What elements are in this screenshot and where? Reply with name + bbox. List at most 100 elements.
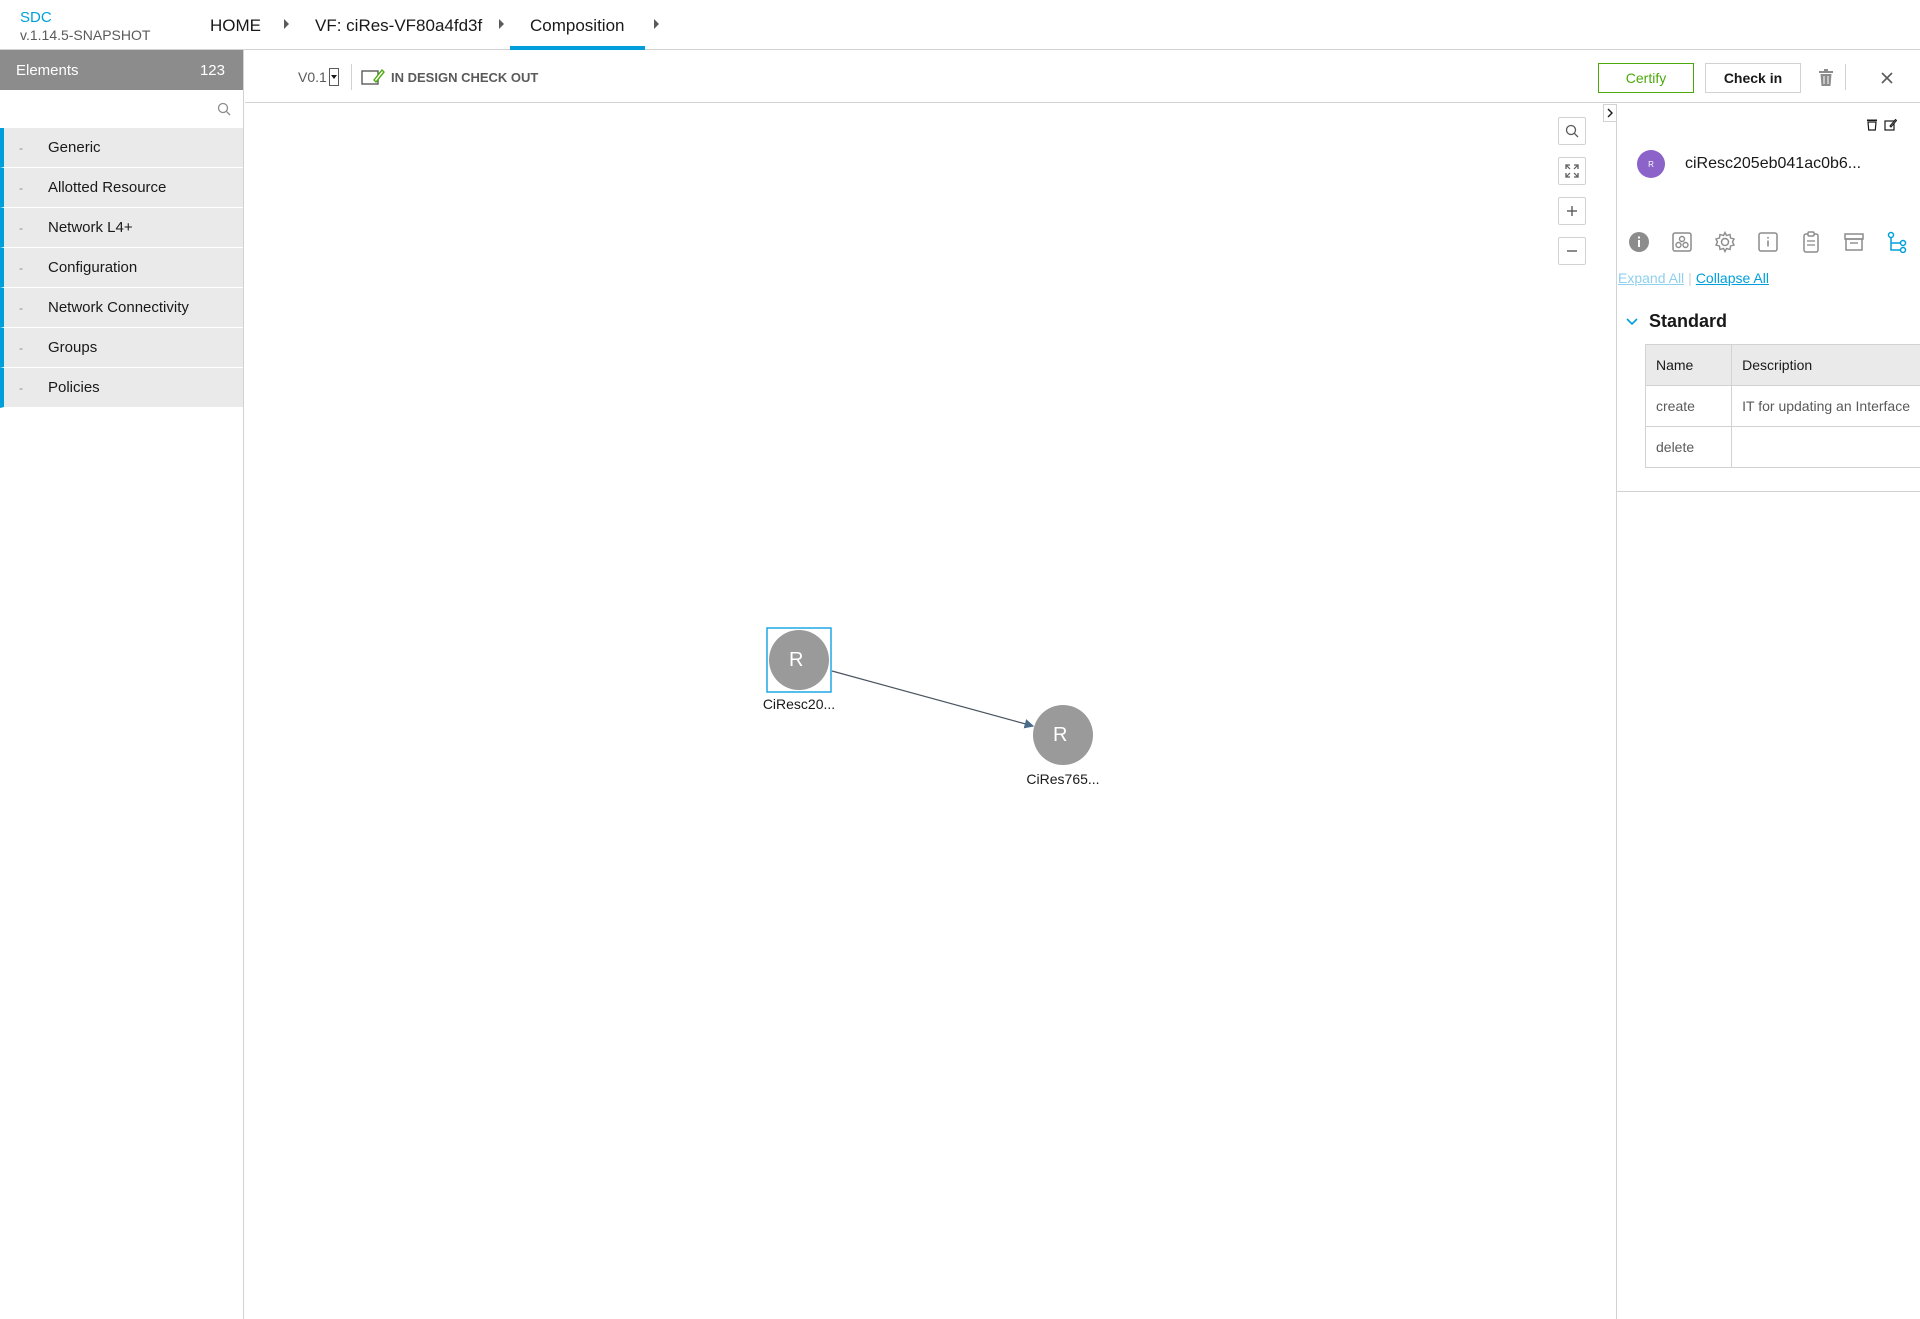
breadcrumb-home[interactable]: HOME (210, 0, 261, 50)
palette-category-generic[interactable]: - Generic (0, 128, 243, 168)
group-title: Standard (1649, 311, 1728, 331)
column-header-description: Description (1731, 344, 1920, 386)
operations-group-header[interactable]: Standard (1625, 311, 1727, 332)
category-label: Network L4+ (48, 219, 133, 236)
relation-edge[interactable] (831, 670, 1035, 729)
gear-icon (1714, 231, 1735, 253)
node-1-label: CiResc20... (762, 696, 836, 712)
collapse-all-link[interactable]: Collapse All (1696, 270, 1769, 286)
palette-search (0, 90, 243, 128)
divider (351, 64, 352, 90)
operations-table: Name Description create IT for updating … (1644, 344, 1920, 468)
palette-category-network-l4[interactable]: - Network L4+ (0, 208, 243, 248)
top-navigation-bar: SDC v.1.14.5-SNAPSHOT HOME VF: ciRes-VF8… (0, 0, 1920, 50)
category-label: Allotted Resource (48, 179, 167, 196)
info-circle-icon (1628, 232, 1649, 252)
category-label: Policies (48, 379, 100, 396)
collapse-dash-icon: - (19, 140, 23, 155)
brand-logo[interactable]: SDC v.1.14.5-SNAPSHOT (20, 10, 150, 44)
category-label: Generic (48, 139, 101, 156)
expand-all-link[interactable]: Expand All (1618, 270, 1684, 286)
palette-category-allotted-resource[interactable]: - Allotted Resource (0, 168, 243, 208)
palette-category-configuration[interactable]: - Configuration (0, 248, 243, 288)
clipboard-icon (1802, 231, 1819, 253)
trash-icon (1819, 69, 1833, 86)
operation-name[interactable]: create (1644, 385, 1733, 427)
workspace-header: V0.1 IN DESIGN CHECK OUT Certify Check i… (245, 50, 1920, 103)
palette-count: 123 (199, 61, 225, 79)
delete-version-button[interactable] (1816, 68, 1836, 88)
palette-title: Elements (16, 61, 79, 79)
breadcrumb-composition[interactable]: Composition (510, 0, 645, 50)
palette-search-input[interactable] (0, 90, 243, 128)
elements-palette: Elements 123 - Generic - Allotted Resour… (0, 50, 244, 1319)
version-value: V0.1 (298, 69, 327, 85)
link-separator: | (1688, 270, 1692, 286)
category-label: Network Connectivity (48, 299, 189, 316)
checkout-edit-icon (361, 68, 385, 85)
breadcrumb-caret-icon[interactable] (654, 19, 659, 29)
status-text: IN DESIGN CHECK OUT (391, 69, 539, 85)
collapse-dash-icon: - (19, 300, 23, 315)
breadcrumb-caret-icon (499, 19, 504, 29)
divider (1617, 491, 1920, 492)
node-2-letter: R (1053, 724, 1068, 746)
collapse-panel-button[interactable] (1603, 104, 1617, 122)
operation-description: IT for updating an Interface (1731, 385, 1920, 427)
operation-name[interactable]: delete (1644, 426, 1733, 468)
tab-information[interactable] (1746, 222, 1789, 262)
panel-tabs (1617, 222, 1920, 262)
table-row[interactable]: delete (1644, 426, 1920, 468)
collapse-dash-icon: - (19, 260, 23, 275)
composition-canvas[interactable]: R R CiResc20... CiRes765... (245, 104, 1615, 1319)
table-row[interactable]: create IT for updating an Interface (1644, 385, 1920, 427)
close-icon (1881, 72, 1893, 84)
collapse-dash-icon: - (19, 340, 23, 355)
palette-category-policies[interactable]: - Policies (0, 368, 243, 408)
component-avatar: R (1637, 150, 1665, 178)
tab-general-info[interactable] (1617, 222, 1660, 262)
search-icon[interactable] (217, 102, 231, 116)
edit-icon[interactable] (1884, 118, 1897, 131)
close-workspace-button[interactable] (1877, 68, 1897, 88)
workflow-icon (1887, 231, 1906, 253)
palette-category-network-connectivity[interactable]: - Network Connectivity (0, 288, 243, 328)
tab-operations[interactable] (1875, 222, 1918, 262)
divider (1845, 64, 1846, 90)
tab-requirements-capabilities[interactable] (1832, 222, 1875, 262)
category-label: Configuration (48, 259, 138, 276)
palette-header: Elements 123 (0, 50, 243, 90)
panel-tools (1866, 118, 1897, 131)
check-in-button[interactable]: Check in (1705, 63, 1801, 93)
expand-collapse-links: Expand All | Collapse All (1618, 270, 1769, 286)
collapse-dash-icon: - (19, 220, 23, 235)
category-label: Groups (48, 339, 98, 356)
palette-category-groups[interactable]: - Groups (0, 328, 243, 368)
trash-icon[interactable] (1866, 118, 1878, 131)
breadcrumb-vf[interactable]: VF: ciRes-VF80a4fd3f (315, 0, 482, 50)
component-details-panel: R ciResc205eb041ac0b6... Expand All | Co… (1603, 104, 1920, 1319)
composition-graph (766, 627, 1093, 765)
collapse-dash-icon: - (19, 380, 23, 395)
version-select[interactable]: V0.1 (298, 68, 339, 87)
dropdown-arrow-icon[interactable] (328, 68, 339, 87)
column-header-name: Name (1644, 344, 1733, 386)
breadcrumb-caret-icon (284, 19, 289, 29)
brand-version: v.1.14.5-SNAPSHOT (20, 27, 151, 43)
artifacts-icon (1671, 232, 1692, 252)
certify-button[interactable]: Certify (1598, 63, 1694, 93)
tab-properties[interactable] (1703, 222, 1746, 262)
collapse-dash-icon: - (19, 180, 23, 195)
component-name: ciResc205eb041ac0b6... (1685, 155, 1862, 172)
chevron-right-icon (1607, 108, 1613, 118)
table-header-row: Name Description (1644, 344, 1920, 386)
node-2-label: CiRes765... (1026, 771, 1100, 787)
lifecycle-status: IN DESIGN CHECK OUT (361, 68, 538, 86)
archive-icon (1843, 233, 1864, 251)
tab-deployment-artifacts[interactable] (1660, 222, 1703, 262)
tab-api-artifacts[interactable] (1789, 222, 1832, 262)
node-1-letter: R (789, 649, 804, 671)
chevron-down-icon[interactable] (1625, 317, 1639, 326)
brand-name: SDC (20, 9, 52, 26)
info-square-icon (1757, 232, 1778, 252)
